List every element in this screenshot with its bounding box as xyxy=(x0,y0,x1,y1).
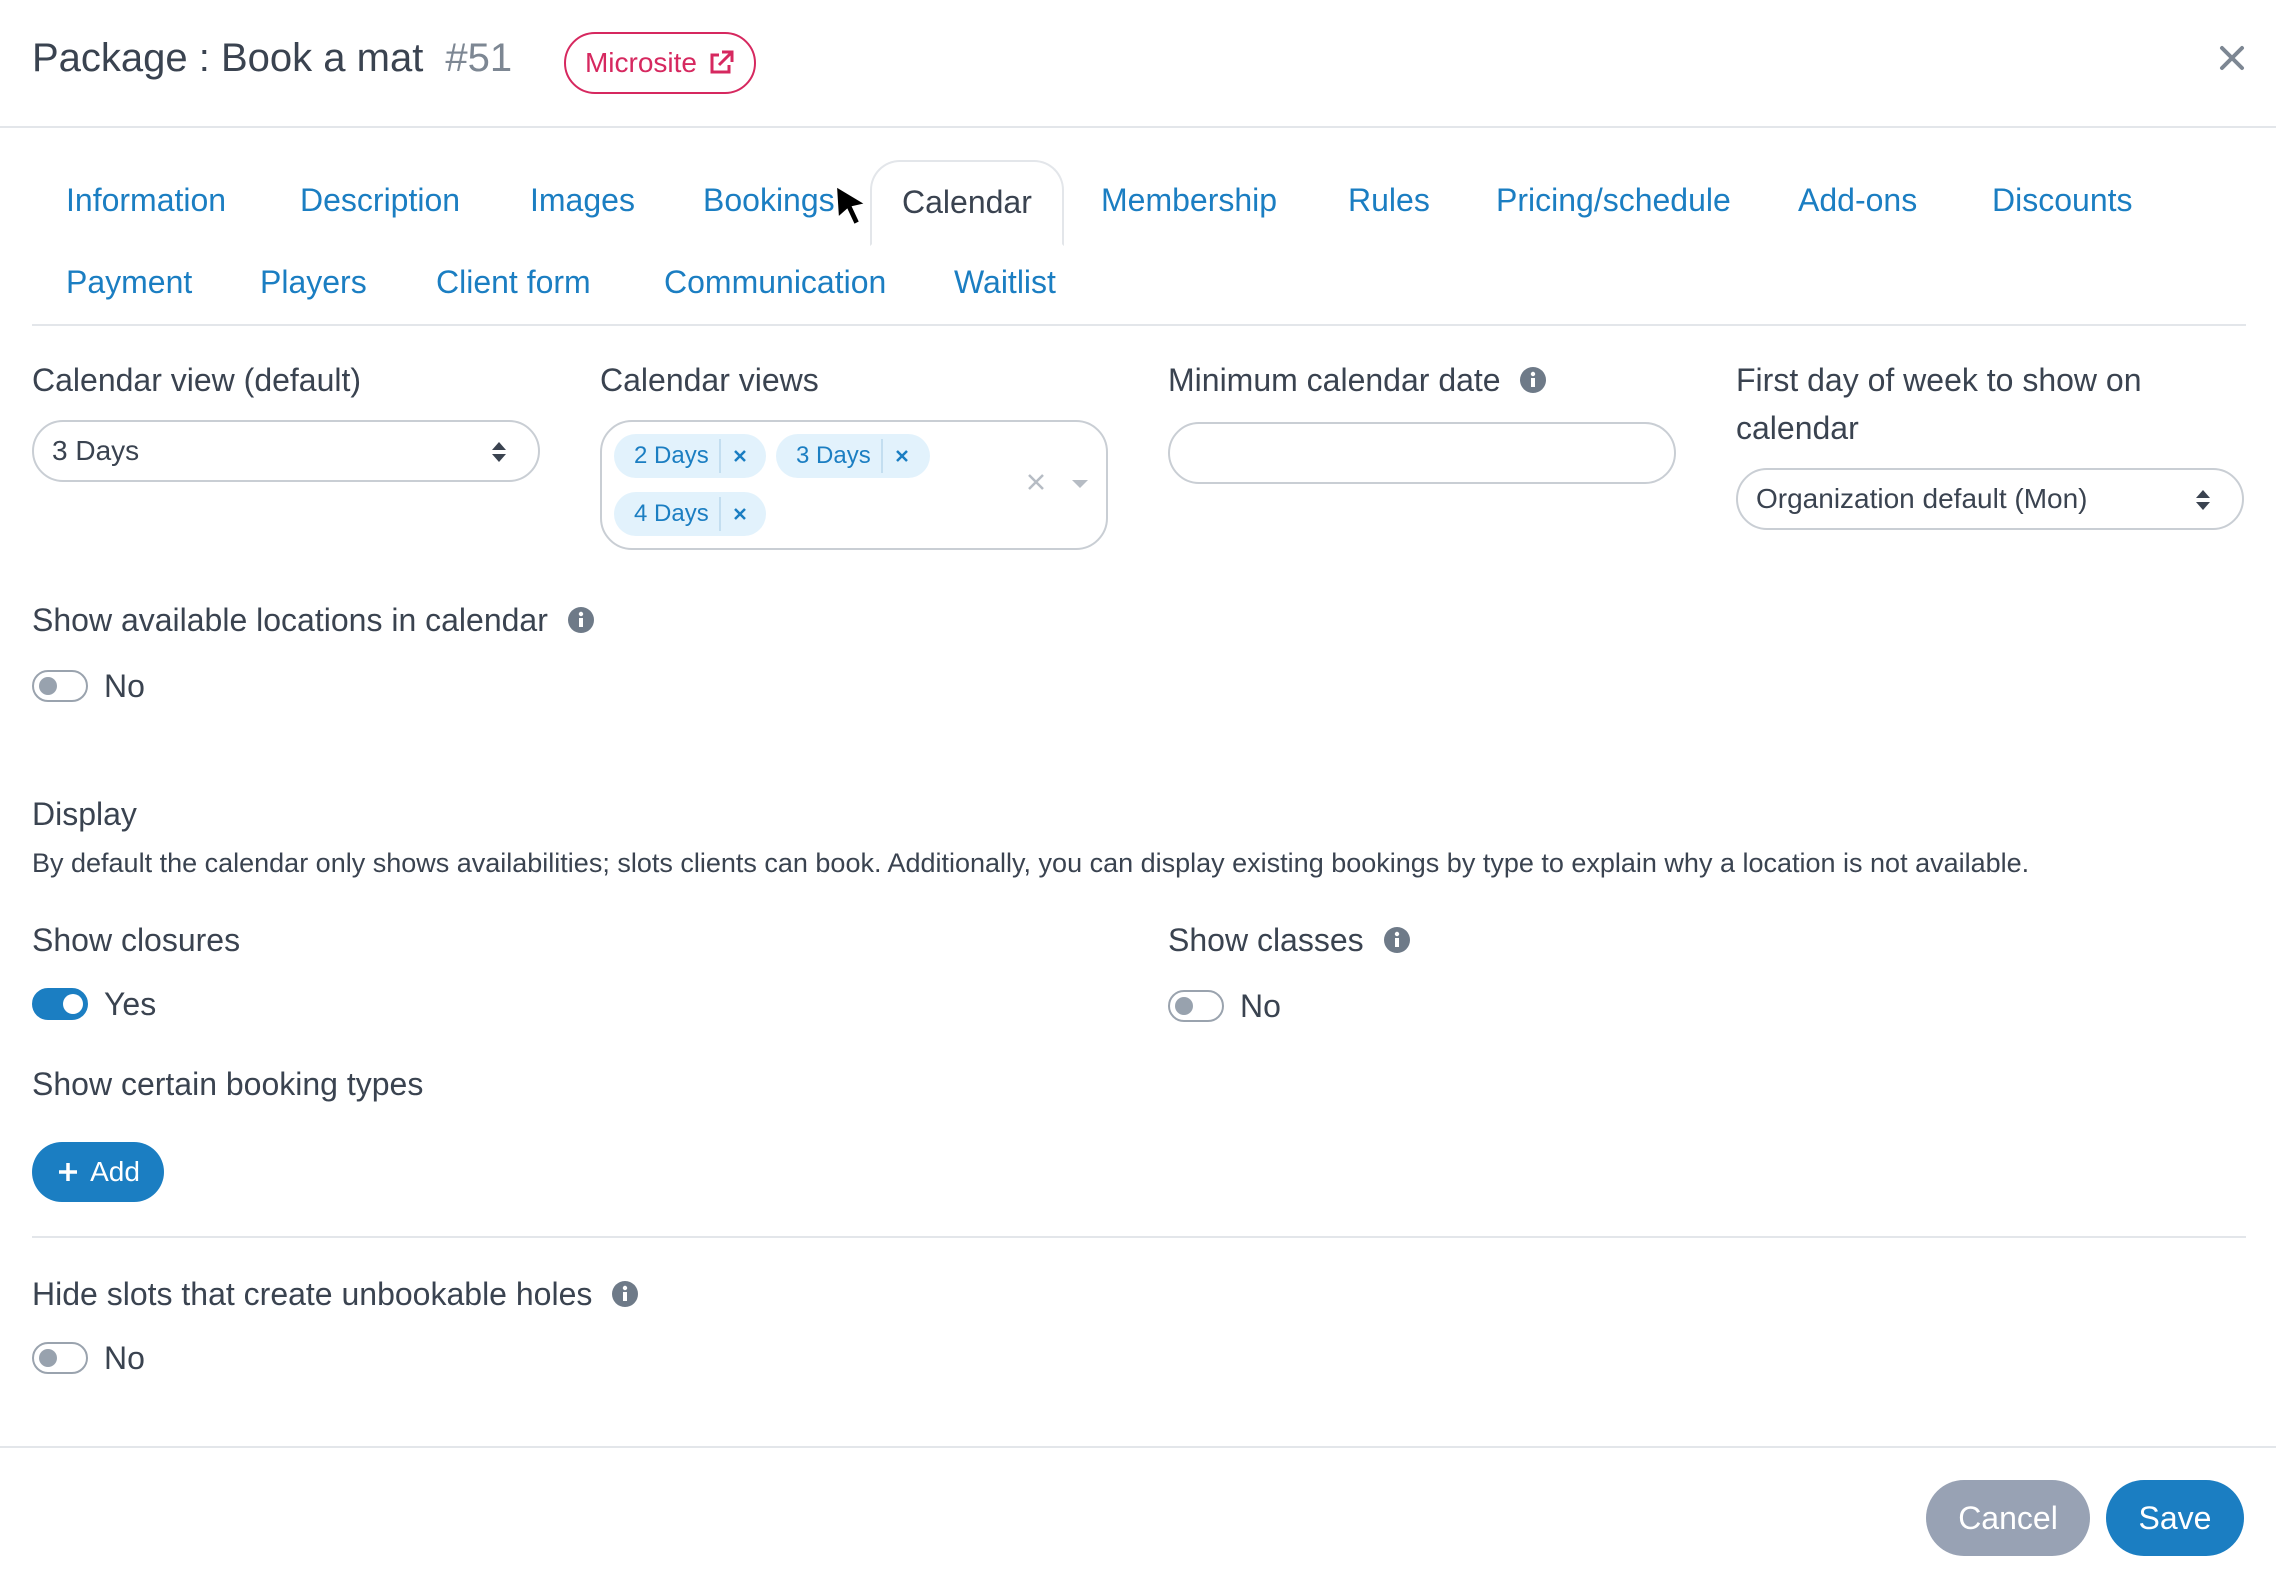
show-available-locations-toggle[interactable] xyxy=(32,670,88,702)
toggle-knob xyxy=(39,677,57,695)
hide-slots-value: No xyxy=(104,1340,145,1376)
calendar-views-label: Calendar views xyxy=(600,362,819,398)
show-closures-value: Yes xyxy=(104,986,157,1022)
hide-slots-text: Hide slots that create unbookable holes xyxy=(32,1276,593,1312)
chip-label: 4 Days xyxy=(634,500,709,527)
modal-header: Package : Book a mat #51 Microsite xyxy=(0,0,2276,128)
close-icon[interactable] xyxy=(2212,38,2252,78)
first-day-of-week-label-line1: First day of week to show on xyxy=(1736,362,2142,398)
tab-pricing-schedule[interactable]: Pricing/schedule xyxy=(1496,182,1731,219)
tab-client-form[interactable]: Client form xyxy=(436,264,591,301)
close-icon xyxy=(733,450,746,462)
show-available-locations-text: Show available locations in calendar xyxy=(32,602,548,638)
add-booking-type-button[interactable]: Add xyxy=(32,1142,164,1202)
first-day-of-week-value: Organization default (Mon) xyxy=(1756,483,2088,514)
close-icon xyxy=(733,508,746,520)
minimum-calendar-date-text: Minimum calendar date xyxy=(1168,362,1501,398)
chip-label: 2 Days xyxy=(634,442,709,469)
tab-discounts[interactable]: Discounts xyxy=(1992,182,2133,219)
first-day-of-week-label-line2: calendar xyxy=(1736,410,1859,446)
calendar-view-default-value: 3 Days xyxy=(52,435,140,466)
microsite-button[interactable]: Microsite xyxy=(564,32,756,94)
plus-icon xyxy=(59,1163,78,1181)
tab-images[interactable]: Images xyxy=(530,182,635,219)
calendar-view-default-select[interactable]: 3 Days xyxy=(32,420,540,482)
display-section-title: Display xyxy=(32,796,137,832)
show-classes-value: No xyxy=(1240,988,1281,1024)
remove-chip-3-days[interactable] xyxy=(880,439,921,473)
tab-bar: Information Description Images Bookings … xyxy=(32,160,2246,326)
show-available-locations-value: No xyxy=(104,668,145,704)
hide-slots-label: Hide slots that create unbookable holes xyxy=(32,1276,639,1313)
tab-description[interactable]: Description xyxy=(300,182,460,219)
sort-arrows-icon xyxy=(492,442,506,462)
toggle-knob xyxy=(63,994,83,1014)
clear-all-icon[interactable] xyxy=(1026,472,1046,492)
calendar-view-default-label: Calendar view (default) xyxy=(32,362,362,398)
tab-payment[interactable]: Payment xyxy=(66,264,192,301)
remove-chip-2-days[interactable] xyxy=(718,439,759,473)
show-available-locations-label: Show available locations in calendar xyxy=(32,602,595,639)
add-label: Add xyxy=(90,1156,140,1187)
minimum-calendar-date-input[interactable] xyxy=(1168,422,1676,484)
show-closures-label: Show closures xyxy=(32,922,241,958)
section-divider xyxy=(32,1236,2246,1238)
package-id: #51 xyxy=(445,36,513,80)
mouse-cursor-icon xyxy=(834,184,869,227)
tab-rules[interactable]: Rules xyxy=(1348,182,1430,219)
show-classes-label: Show classes xyxy=(1168,922,1411,959)
tab-waitlist[interactable]: Waitlist xyxy=(954,264,1056,301)
close-icon xyxy=(895,450,908,462)
tab-players[interactable]: Players xyxy=(260,264,367,301)
info-icon[interactable] xyxy=(1519,366,1547,394)
chip-3-days: 3 Days xyxy=(776,434,930,478)
show-closures-toggle[interactable] xyxy=(32,988,88,1020)
chevron-down-icon[interactable] xyxy=(1070,478,1090,490)
microsite-label: Microsite xyxy=(584,47,697,78)
chip-label: 3 Days xyxy=(796,442,871,469)
package-title: Package : Book a mat xyxy=(32,36,424,80)
minimum-calendar-date-label: Minimum calendar date xyxy=(1168,362,1547,399)
show-classes-toggle[interactable] xyxy=(1168,990,1224,1022)
external-link-icon xyxy=(710,50,734,74)
tab-calendar[interactable]: Calendar xyxy=(870,160,1064,246)
show-booking-types-label: Show certain booking types xyxy=(32,1066,424,1102)
calendar-views-multiselect[interactable]: 2 Days 3 Days 4 Days xyxy=(600,420,1108,550)
first-day-of-week-select[interactable]: Organization default (Mon) xyxy=(1736,468,2244,530)
info-icon[interactable] xyxy=(567,606,595,634)
hide-slots-toggle[interactable] xyxy=(32,1342,88,1374)
tab-communication[interactable]: Communication xyxy=(664,264,886,301)
tab-add-ons[interactable]: Add-ons xyxy=(1798,182,1917,219)
info-icon[interactable] xyxy=(611,1280,639,1308)
toggle-knob xyxy=(1175,997,1193,1015)
display-section-description: By default the calendar only shows avail… xyxy=(32,848,2030,878)
chip-2-days: 2 Days xyxy=(614,434,766,478)
remove-chip-4-days[interactable] xyxy=(718,497,759,531)
footer-divider xyxy=(0,1446,2276,1448)
save-button[interactable]: Save xyxy=(2106,1480,2244,1556)
page-title: Package : Book a mat #51 xyxy=(32,36,512,81)
show-classes-text: Show classes xyxy=(1168,922,1364,958)
info-icon[interactable] xyxy=(1383,926,1411,954)
chip-4-days: 4 Days xyxy=(614,492,766,536)
tab-information[interactable]: Information xyxy=(66,182,226,219)
tab-bookings[interactable]: Bookings xyxy=(703,182,835,219)
cancel-button[interactable]: Cancel xyxy=(1926,1480,2090,1556)
sort-arrows-icon xyxy=(2196,490,2210,510)
tab-membership[interactable]: Membership xyxy=(1101,182,1277,219)
toggle-knob xyxy=(39,1349,57,1367)
